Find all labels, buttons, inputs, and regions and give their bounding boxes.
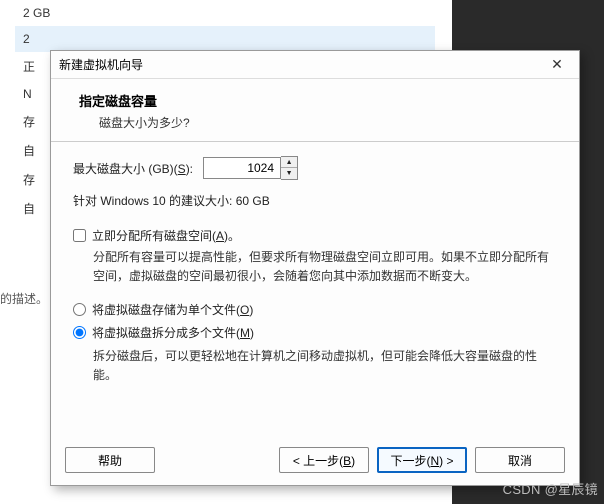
max-disk-label: 最大磁盘大小 (GB)(S):	[73, 160, 193, 177]
header-subtitle: 磁盘大小为多少?	[99, 114, 559, 131]
split-note: 拆分磁盘后，可以更轻松地在计算机之间移动虚拟机，但可能会降低大容量磁盘的性能。	[93, 347, 557, 384]
cancel-button[interactable]: 取消	[475, 447, 565, 473]
store-single-file-radio[interactable]	[73, 303, 86, 316]
split-multiple-files-radio[interactable]	[73, 326, 86, 339]
store-single-file-label: 将虚拟磁盘存储为单个文件(O)	[92, 301, 253, 318]
max-disk-input[interactable]	[203, 157, 281, 179]
allocate-now-label: 立即分配所有磁盘空间(A)。	[92, 227, 240, 244]
spinner-up-icon[interactable]: ▲	[281, 157, 297, 168]
help-button[interactable]: 帮助	[65, 447, 155, 473]
button-bar: 帮助 < 上一步(B) 下一步(N) > 取消	[51, 437, 579, 485]
dialog-content: 最大磁盘大小 (GB)(S): ▲ ▼ 针对 Windows 10 的建议大小:…	[51, 142, 579, 437]
split-multiple-files-label: 将虚拟磁盘拆分成多个文件(M)	[92, 324, 254, 341]
dialog-header: 指定磁盘容量 磁盘大小为多少?	[51, 79, 579, 142]
header-title: 指定磁盘容量	[79, 91, 559, 110]
allocate-now-checkbox[interactable]	[73, 229, 86, 242]
next-button[interactable]: 下一步(N) >	[377, 447, 467, 473]
recommended-size: 针对 Windows 10 的建议大小: 60 GB	[73, 192, 557, 209]
spinner-down-icon[interactable]: ▼	[281, 168, 297, 179]
watermark: CSDN @星辰镜	[503, 479, 598, 498]
titlebar: 新建虚拟机向导 ✕	[51, 51, 579, 79]
dialog-title: 新建虚拟机向导	[59, 56, 143, 73]
allocate-note: 分配所有容量可以提高性能，但要求所有物理磁盘空间立即可用。如果不立即分配所有空间…	[93, 248, 557, 285]
back-button[interactable]: < 上一步(B)	[279, 447, 369, 473]
close-icon[interactable]: ✕	[543, 55, 571, 75]
wizard-dialog: 新建虚拟机向导 ✕ 指定磁盘容量 磁盘大小为多少? 最大磁盘大小 (GB)(S)…	[50, 50, 580, 486]
